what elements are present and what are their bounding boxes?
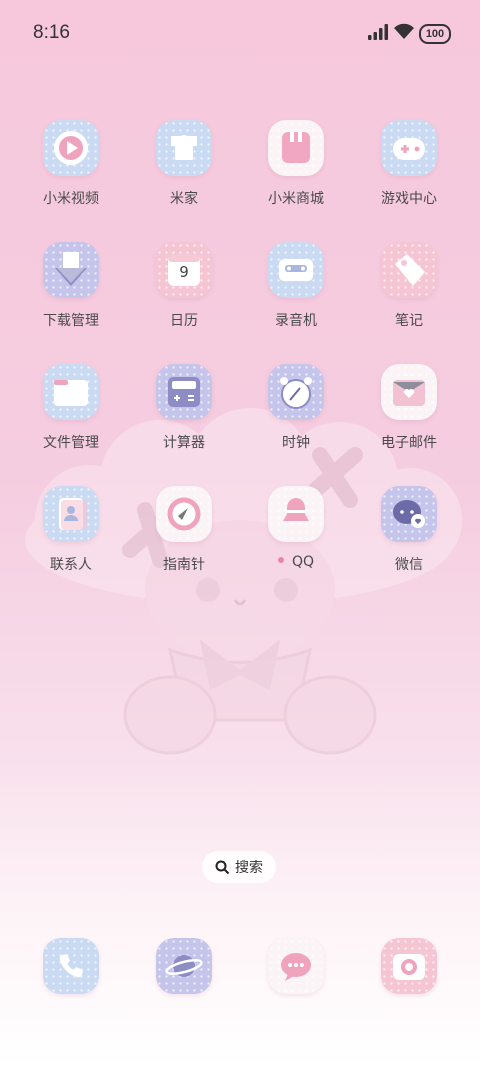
app-calculator[interactable]: 计算器	[128, 364, 240, 474]
calendar-icon: 9	[156, 242, 212, 298]
app-wechat[interactable]: 微信	[353, 486, 465, 596]
app-contacts[interactable]: 联系人	[15, 486, 127, 596]
app-label: 文件管理	[43, 435, 99, 451]
video-play-icon	[43, 120, 99, 176]
cassette-icon	[268, 242, 324, 298]
app-label: 笔记	[395, 313, 423, 329]
app-mijia[interactable]: 米家	[128, 120, 240, 230]
app-compass[interactable]: 指南针	[128, 486, 240, 596]
app-notes[interactable]: 笔记	[353, 242, 465, 352]
tag-note-icon	[381, 242, 437, 298]
calculator-icon	[156, 364, 212, 420]
app-label: 联系人	[50, 557, 92, 573]
search-button[interactable]: 搜索	[202, 851, 276, 883]
status-time: 8:16	[33, 22, 70, 43]
app-label: 电子邮件	[381, 435, 437, 451]
mijia-home-icon	[156, 120, 212, 176]
app-label: 游戏中心	[381, 191, 437, 207]
search-label: 搜索	[235, 860, 263, 876]
app-recorder[interactable]: 录音机	[240, 242, 352, 352]
phone-icon	[43, 938, 99, 994]
shopping-bag-icon	[268, 120, 324, 176]
signal-icon	[368, 24, 388, 40]
app-label: 小米商城	[268, 191, 324, 207]
app-qq[interactable]: QQ	[240, 486, 352, 596]
app-xiaomi-mall[interactable]: 小米商城	[240, 120, 352, 230]
app-downloads[interactable]: 下载管理	[15, 242, 127, 352]
wifi-icon	[394, 23, 414, 39]
app-clock[interactable]: 时钟	[240, 364, 352, 474]
app-email[interactable]: 电子邮件	[353, 364, 465, 474]
search-icon	[215, 860, 230, 874]
app-label: 微信	[395, 557, 423, 573]
gamepad-icon	[381, 120, 437, 176]
dock-browser[interactable]	[128, 938, 240, 1008]
status-bar: 8:16 100	[0, 0, 480, 68]
dock-camera[interactable]	[353, 938, 465, 1008]
app-label: 米家	[170, 191, 198, 207]
camera-icon	[381, 938, 437, 994]
app-label: 时钟	[282, 435, 310, 451]
alarm-clock-icon	[268, 364, 324, 420]
app-calendar[interactable]: 9 日历	[128, 242, 240, 352]
app-file-manager[interactable]: 文件管理	[15, 364, 127, 474]
app-xiaomi-video[interactable]: 小米视频	[15, 120, 127, 230]
app-label: QQ	[240, 554, 352, 570]
app-game-center[interactable]: 游戏中心	[353, 120, 465, 230]
download-arrow-icon	[43, 242, 99, 298]
battery-indicator: 100	[419, 24, 451, 44]
compass-icon	[156, 486, 212, 542]
dock-phone[interactable]	[15, 938, 127, 1008]
chat-bubble-icon	[381, 486, 437, 542]
contact-book-icon	[43, 486, 99, 542]
folder-icon	[43, 364, 99, 420]
app-label: 计算器	[163, 435, 205, 451]
app-label: 指南针	[163, 557, 205, 573]
app-label: 下载管理	[43, 313, 99, 329]
calendar-date: 9	[179, 263, 189, 281]
messages-icon	[268, 938, 324, 994]
app-label: 小米视频	[43, 191, 99, 207]
planet-browser-icon	[156, 938, 212, 994]
new-notification-dot	[277, 557, 284, 563]
dock-messages[interactable]	[240, 938, 352, 1008]
app-label: 录音机	[275, 313, 317, 329]
app-label: 日历	[170, 313, 198, 329]
qq-penguin-icon	[268, 486, 324, 542]
envelope-heart-icon	[381, 364, 437, 420]
